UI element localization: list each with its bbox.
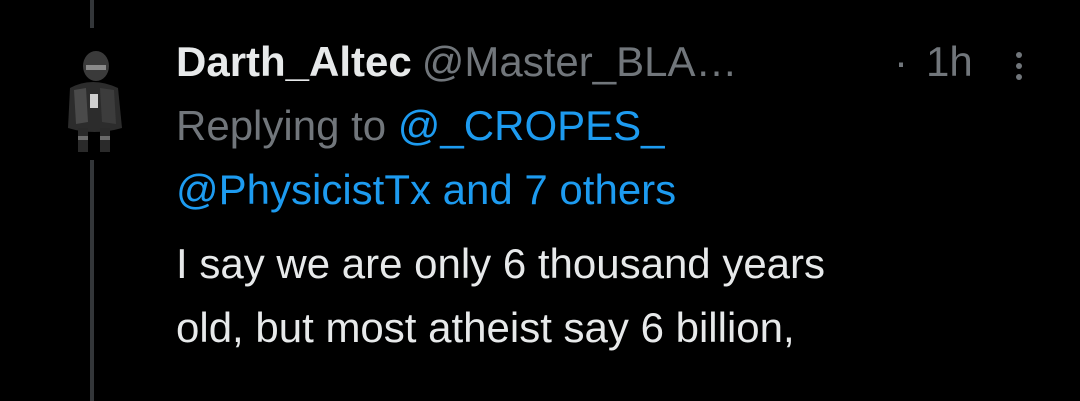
header-separator: ·: [894, 38, 908, 85]
tweet-timestamp[interactable]: 1h: [926, 30, 973, 94]
tweet[interactable]: Darth_Altec @Master_BLA… · 1h Replying to…: [176, 30, 1056, 360]
author-handle[interactable]: @Master_BLA…: [422, 38, 738, 85]
author-display-name[interactable]: Darth_Altec: [176, 38, 412, 85]
thread-connector-top: [90, 0, 94, 28]
armored-soldier-avatar-icon: [30, 32, 154, 156]
replying-to-prefix: Replying to: [176, 102, 398, 149]
tweet-text-line: I say we are only 6 thousand years: [176, 240, 826, 287]
tweet-text: I say we are only 6 thousand years old, …: [176, 232, 1056, 360]
mention-link-others[interactable]: @PhysicistTx and 7 others: [176, 166, 676, 213]
thread-connector-bottom: [90, 160, 94, 401]
more-vertical-icon[interactable]: [1014, 52, 1024, 84]
replying-to-line: Replying to @_CROPES_: [176, 94, 1056, 158]
replying-to-others-line: @PhysicistTx and 7 others: [176, 158, 1056, 222]
tweet-header: Darth_Altec @Master_BLA… · 1h: [176, 30, 1056, 94]
avatar[interactable]: [30, 32, 154, 156]
tweet-text-line: old, but most atheist say 6 billion,: [176, 304, 795, 351]
mention-link-primary[interactable]: @_CROPES_: [398, 102, 665, 149]
